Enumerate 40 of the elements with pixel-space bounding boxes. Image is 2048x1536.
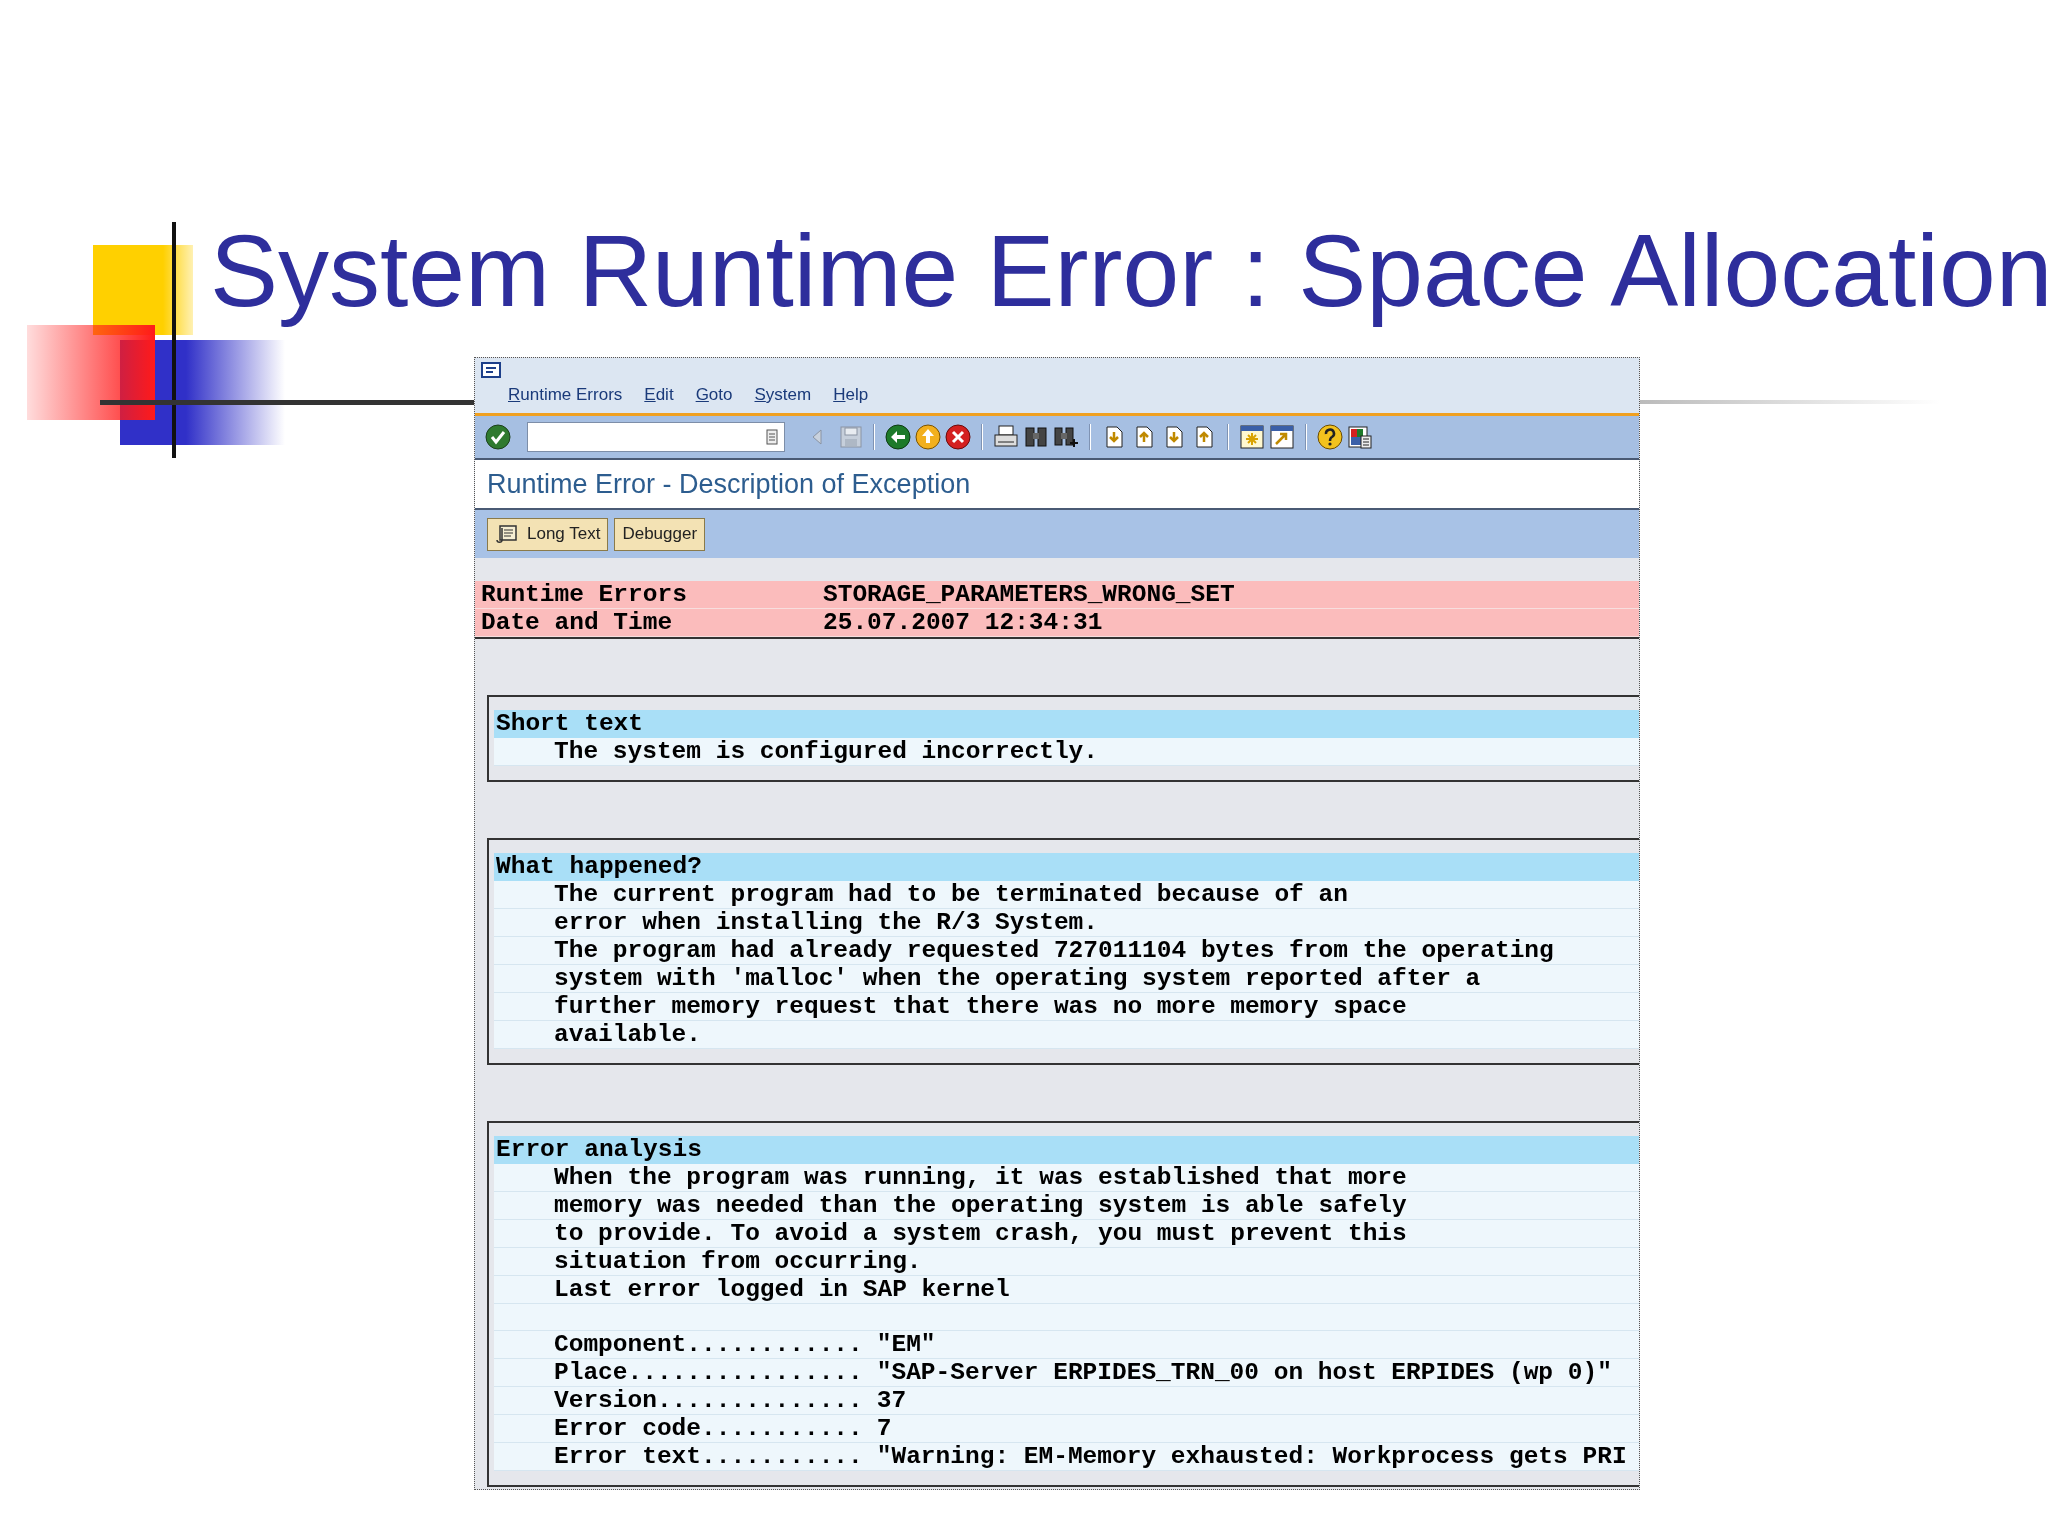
field-value: 25.07.2007 12:34:31 [823,609,1103,636]
detail-label: Version.............. [554,1387,863,1414]
layout-icon[interactable] [1347,424,1373,450]
find-next-icon[interactable] [1053,424,1079,450]
menu-item[interactable]: System [754,382,812,408]
shortcut-icon[interactable] [1269,424,1295,450]
detail-label: Error text........... [554,1443,863,1470]
help-icon[interactable] [1317,424,1343,450]
detail-value: 37 [876,1387,907,1414]
scroll-icon [495,523,519,545]
detail-label: Component............ [554,1331,863,1358]
section-title: What happened? [494,853,1639,881]
menu-item[interactable]: Goto [695,382,733,408]
command-field[interactable] [527,422,785,452]
menu-item[interactable]: Edit [644,382,674,408]
check-icon[interactable] [485,424,511,450]
detail-value: "SAP-Server ERPIDES_TRN_00 on host ERPIDES (wp 0)" [876,1359,1612,1386]
toolbar-button[interactable]: Long Text [487,517,609,551]
section-title: Short text [494,710,1639,738]
find-icon[interactable] [1023,424,1049,450]
detail-value: "Warning: EM-Memory exhausted: Workprocess gets PRI [876,1443,1627,1470]
field-label: Runtime Errors [481,581,688,608]
system-menu-icon[interactable] [481,361,503,379]
slide-title: System Runtime Error : Space Allocation [210,213,2048,330]
exit-icon[interactable] [915,424,941,450]
new-window-icon[interactable] [1239,424,1265,450]
field-label: Date and Time [481,609,674,636]
toolbar-button[interactable]: Debugger [614,517,706,551]
menu-item[interactable]: Runtime Errors [508,382,623,408]
field-value: STORAGE_PARAMETERS_WRONG_SET [823,581,1235,608]
menu-item[interactable]: Help [833,382,869,408]
screen-title: Runtime Error - Description of Exception [487,467,971,501]
detail-value: "EM" [876,1331,936,1358]
detail-label: Place................ [554,1359,863,1386]
print-icon[interactable] [993,424,1019,450]
cancel-icon[interactable] [945,424,971,450]
back-icon[interactable] [885,424,911,450]
section-title: Error analysis [494,1136,1639,1164]
detail-value: 7 [876,1415,892,1442]
detail-label: Error code........... [554,1415,863,1442]
